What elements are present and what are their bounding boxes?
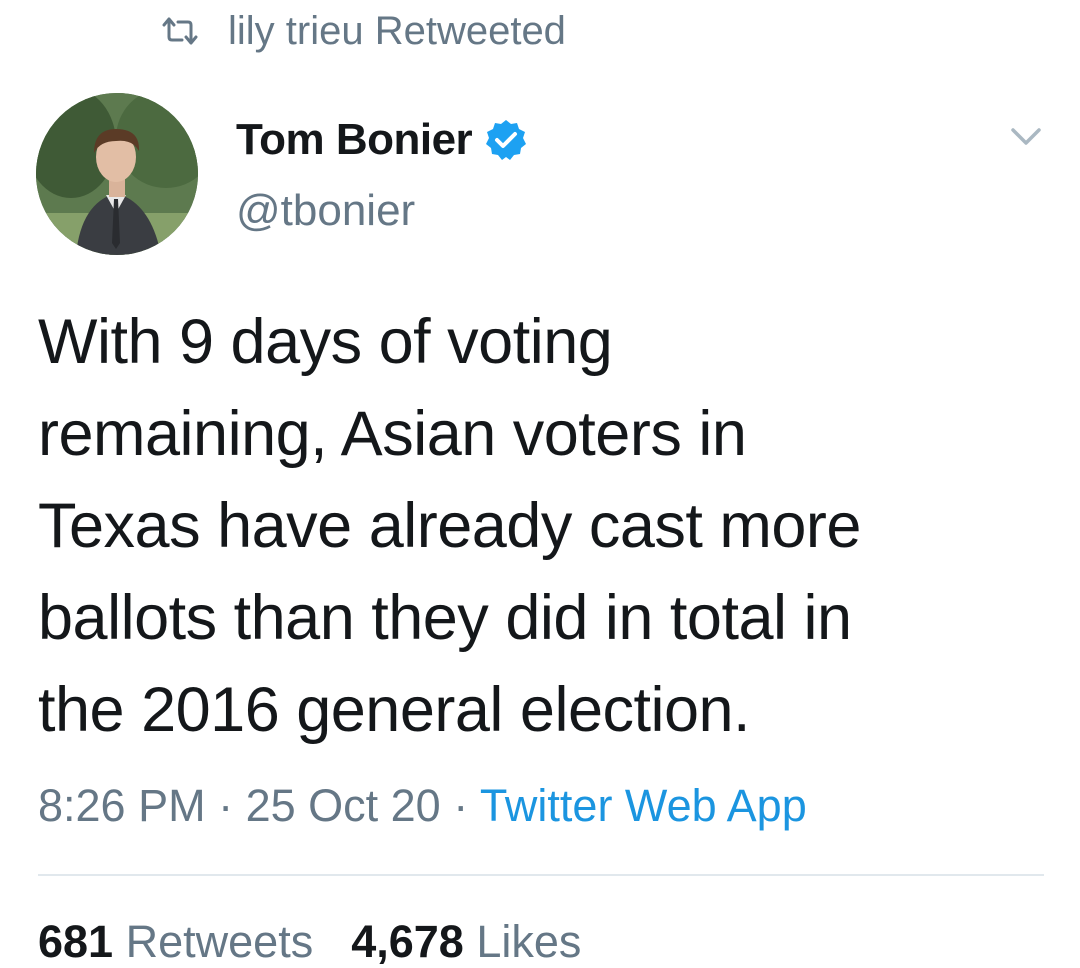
tweet-source-link[interactable]: Twitter Web App <box>480 780 807 831</box>
tweet-line: ballots than they did in total in <box>38 583 852 653</box>
retweet-icon <box>160 16 200 46</box>
author-handle[interactable]: @tbonier <box>236 186 415 236</box>
retweet-banner-text: lily trieu Retweeted <box>228 8 566 53</box>
avatar[interactable] <box>36 93 198 255</box>
tweet-line: the 2016 general election. <box>38 675 751 745</box>
divider <box>38 874 1044 876</box>
author-name-row[interactable]: Tom Bonier <box>236 112 528 168</box>
chevron-down-icon[interactable] <box>1008 122 1044 150</box>
tweet-meta: 8:26 PM · 25 Oct 20 · Twitter Web App <box>38 780 807 832</box>
retweet-banner[interactable]: lily trieu Retweeted <box>160 6 566 56</box>
tweet-time[interactable]: 8:26 PM <box>38 780 206 831</box>
likes-label: Likes <box>476 916 582 967</box>
author-name[interactable]: Tom Bonier <box>236 115 473 165</box>
meta-separator: · <box>205 780 246 831</box>
retweets-count: 681 <box>38 916 114 967</box>
likes-stat[interactable]: 4,678 Likes <box>351 916 581 967</box>
likes-count: 4,678 <box>351 916 464 967</box>
retweets-label: Retweets <box>125 916 314 967</box>
tweet-line: With 9 days of voting <box>38 307 613 377</box>
verified-badge-icon <box>484 118 528 162</box>
tweet-stats: 681 Retweets 4,678 Likes <box>38 916 581 968</box>
tweet-date[interactable]: 25 Oct 20 <box>246 780 441 831</box>
retweets-stat[interactable]: 681 Retweets <box>38 916 313 967</box>
tweet-line: remaining, Asian voters in <box>38 399 747 469</box>
tweet-text: With 9 days of voting remaining, Asian v… <box>38 296 1048 756</box>
tweet-line: Texas have already cast more <box>38 491 861 561</box>
meta-separator: · <box>440 780 480 831</box>
